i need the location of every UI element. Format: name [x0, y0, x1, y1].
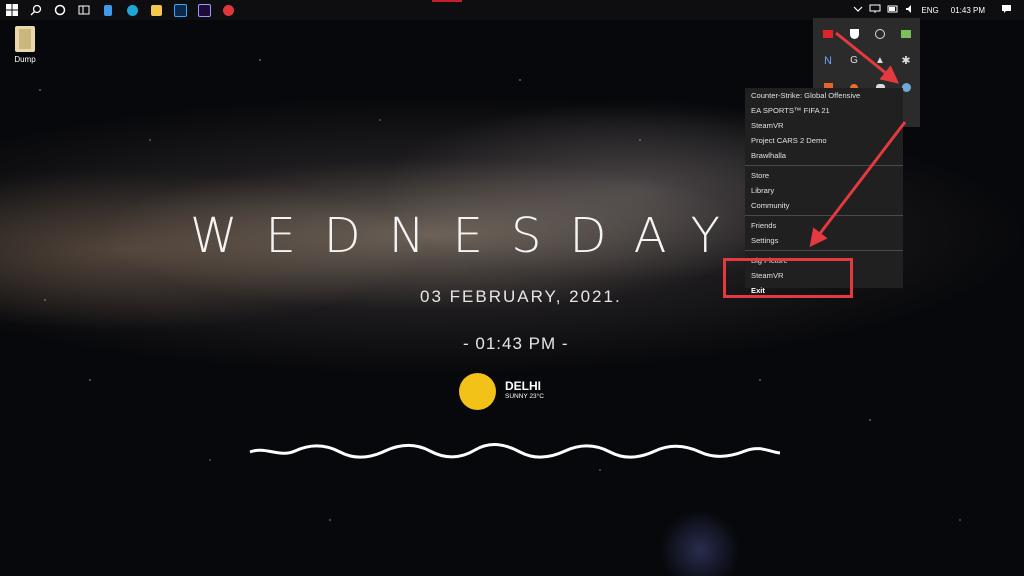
- sun-icon: [459, 373, 496, 410]
- time-text: - 01:43 PM -: [463, 334, 569, 353]
- weather-city: DELHI: [505, 379, 541, 393]
- date-text: 03 FEBRUARY, 2021.: [420, 287, 622, 306]
- arrow-to-steam-icon: [835, 31, 900, 84]
- weekday-text: WEDNESDAY: [190, 208, 748, 264]
- weather-condition: SUNNY 23°C: [505, 393, 544, 400]
- arrow-to-exit: [809, 121, 907, 248]
- audio-wave-line: [249, 443, 781, 459]
